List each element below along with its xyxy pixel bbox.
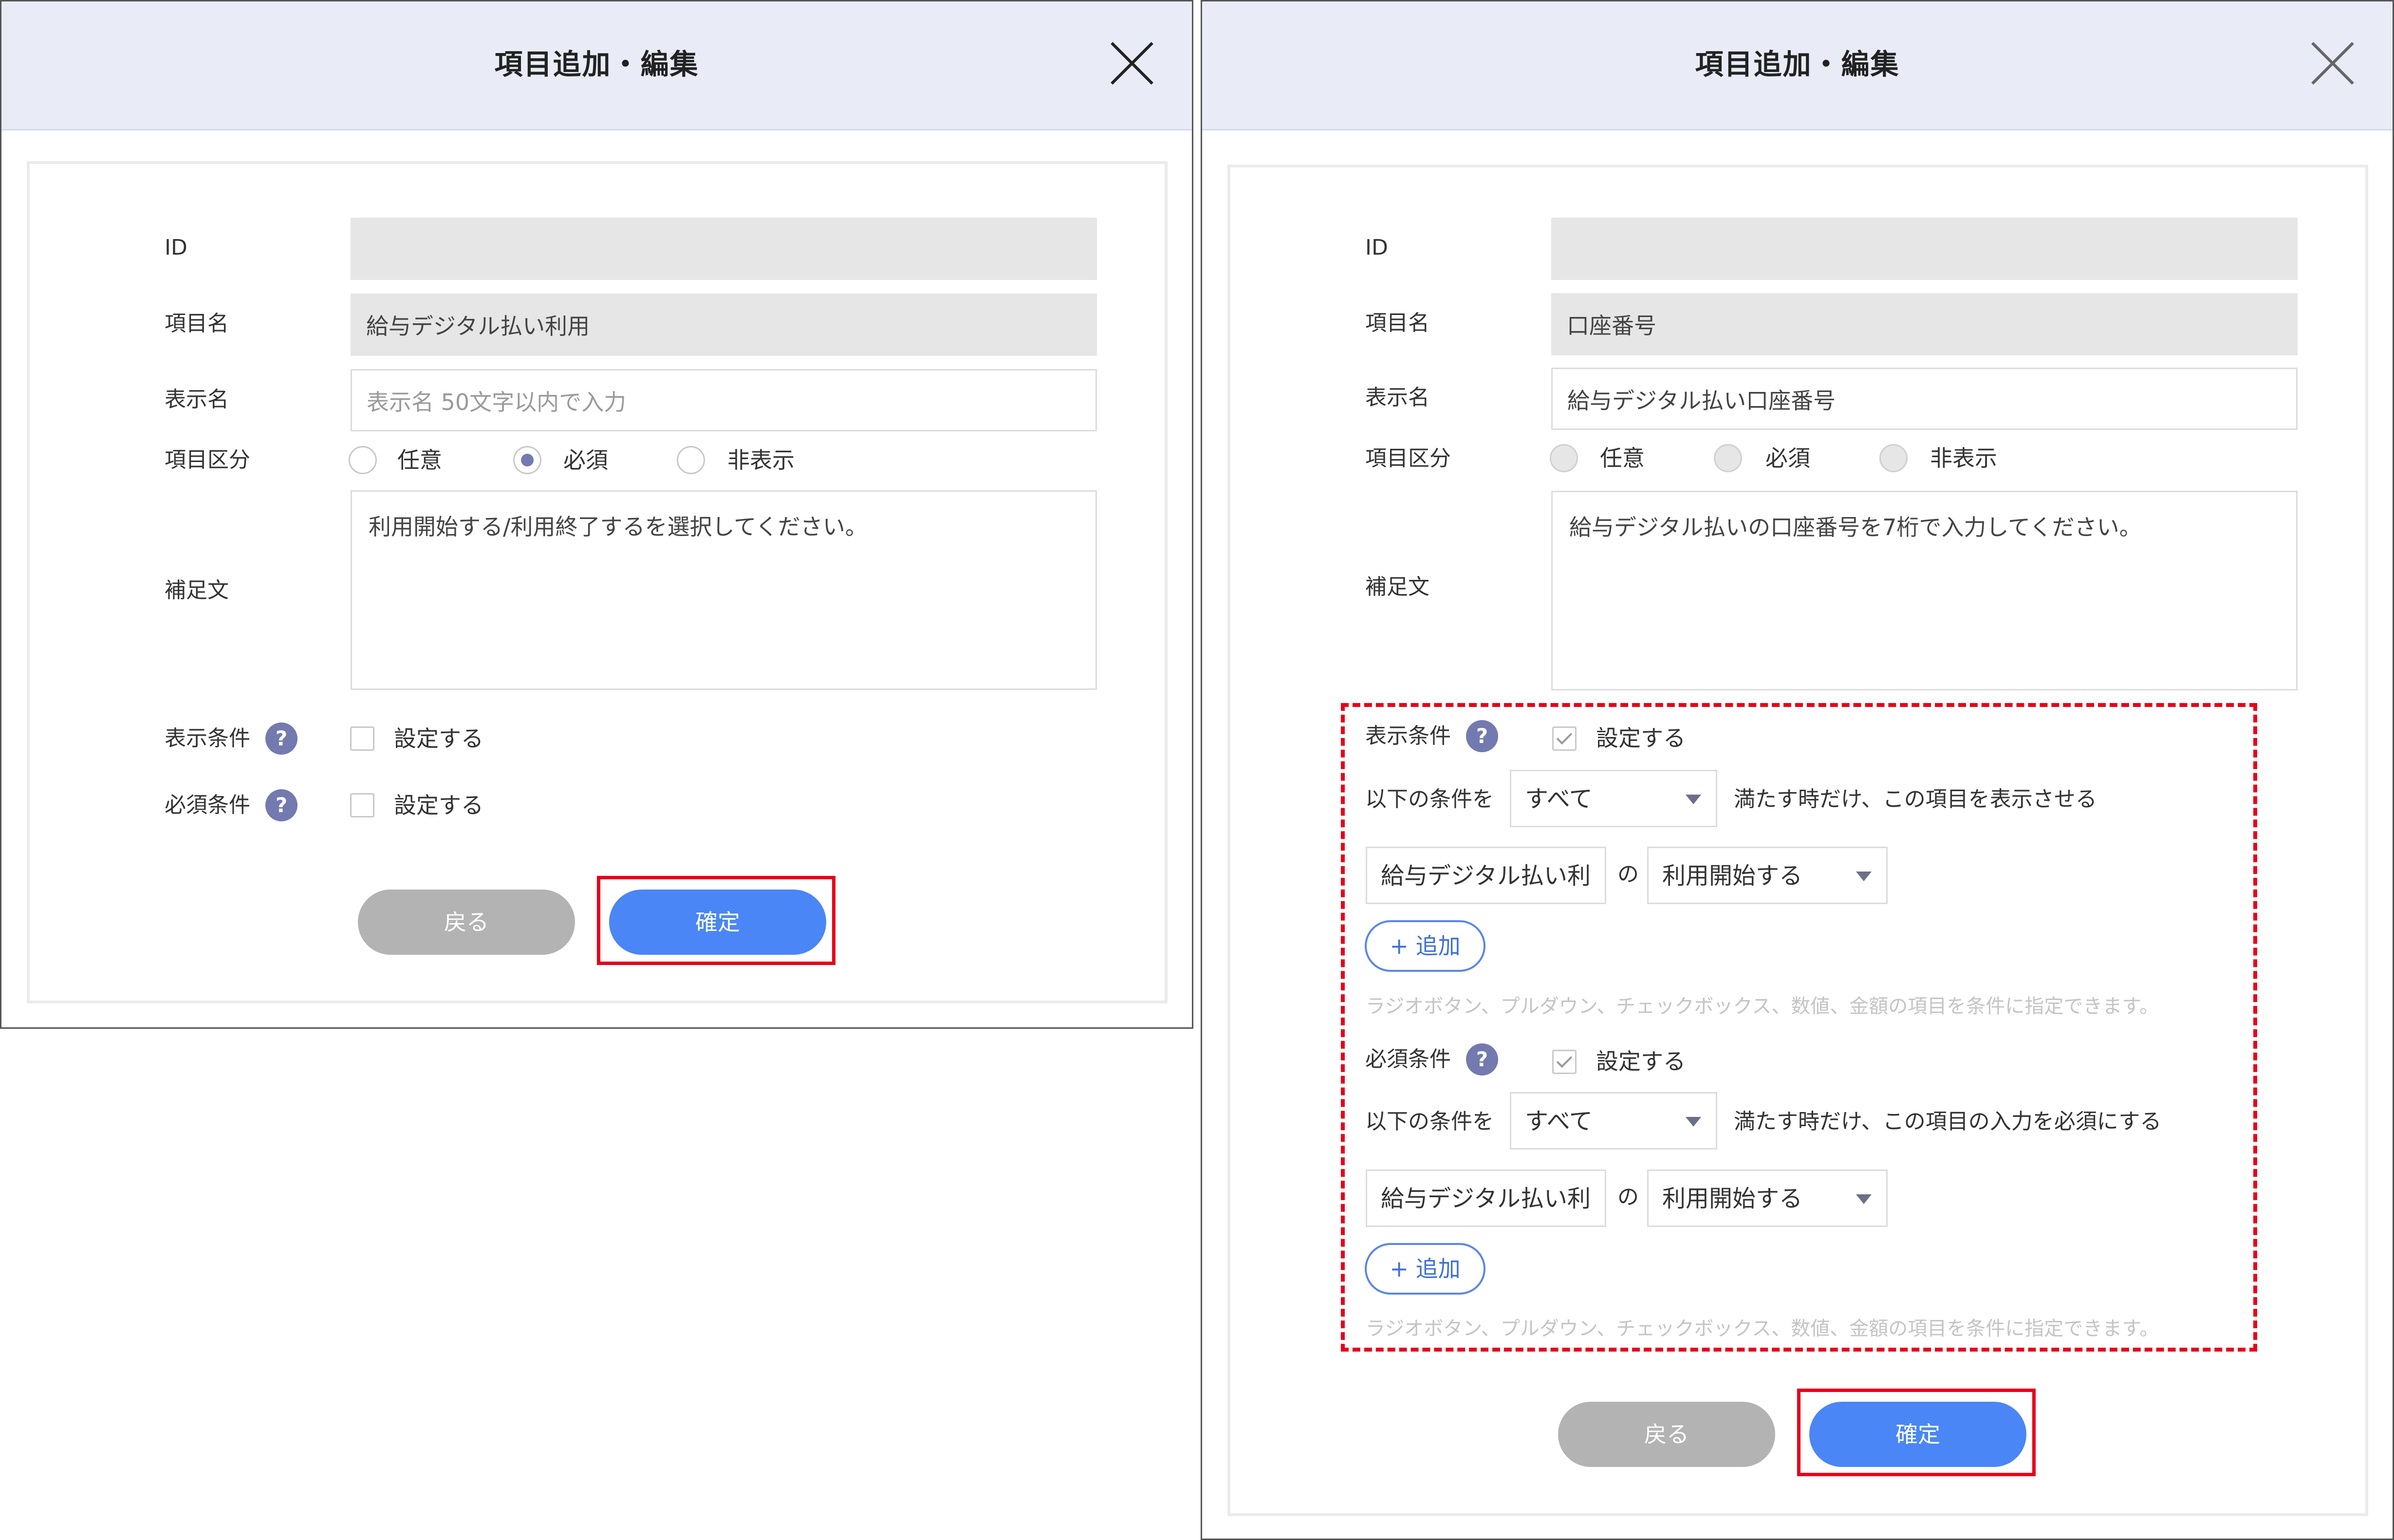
note-textarea[interactable]: 利用開始する/利用終了するを選択してください。	[351, 490, 1097, 690]
item-edit-dialog-2: 項目追加・編集 ID 項目名 口座番号 表示名 給与デジタル払い口座番号 項目区…	[1201, 0, 2394, 1540]
radio-required-label: 必須	[1765, 445, 1810, 471]
dialog-header: 項目追加・編集	[1, 1, 1192, 130]
display-name-label: 表示名	[1365, 385, 1429, 410]
radio-hidden-label: 非表示	[1930, 445, 1997, 471]
display-name-label: 表示名	[165, 387, 229, 412]
display-name-input[interactable]: 表示名 50文字以内で入力	[351, 369, 1097, 431]
close-icon[interactable]	[2311, 41, 2355, 85]
conditions-highlight-box	[1341, 703, 2257, 1352]
back-button[interactable]: 戻る	[1558, 1402, 1775, 1467]
close-icon[interactable]	[1110, 41, 1154, 85]
id-label: ID	[1365, 235, 1388, 260]
required-condition-checkbox-label: 設定する	[394, 792, 483, 818]
required-condition-checkbox[interactable]	[350, 793, 374, 817]
radio-required-label: 必須	[563, 447, 608, 473]
id-field	[351, 218, 1097, 280]
item-name-label: 項目名	[165, 311, 229, 336]
back-button[interactable]: 戻る	[358, 890, 575, 955]
radio-hidden[interactable]	[1879, 444, 1908, 472]
confirm-highlight-box	[1797, 1389, 2036, 1476]
display-condition-checkbox-label: 設定する	[394, 725, 483, 752]
radio-optional-label: 任意	[1600, 445, 1645, 471]
item-name-field: 給与デジタル払い利用	[351, 294, 1097, 356]
form-panel: ID 項目名 口座番号 表示名 給与デジタル払い口座番号 項目区分 任意 必須 …	[1227, 165, 2368, 1516]
note-textarea[interactable]: 給与デジタル払いの口座番号を7桁で入力してください。	[1551, 491, 2298, 690]
confirm-highlight-box	[597, 876, 835, 965]
display-condition-label: 表示条件	[165, 726, 250, 751]
radio-hidden-label: 非表示	[727, 447, 795, 473]
radio-optional[interactable]	[1550, 444, 1578, 472]
note-label: 補足文	[165, 578, 229, 603]
radio-required[interactable]	[1714, 444, 1742, 472]
note-label: 補足文	[1365, 575, 1429, 599]
required-condition-label: 必須条件	[165, 793, 250, 817]
radio-required[interactable]	[513, 446, 541, 474]
item-name-label: 項目名	[1365, 311, 1429, 335]
form-panel: ID 項目名 給与デジタル払い利用 表示名 表示名 50文字以内で入力 項目区分…	[27, 161, 1168, 1003]
dialog-title: 項目追加・編集	[494, 48, 699, 81]
dialog-title: 項目追加・編集	[1695, 48, 1900, 81]
radio-optional-label: 任意	[397, 447, 442, 473]
display-condition-help-icon[interactable]: ?	[265, 723, 297, 755]
category-label: 項目区分	[1365, 446, 1451, 471]
display-condition-checkbox[interactable]	[350, 726, 374, 751]
radio-optional[interactable]	[349, 446, 377, 474]
id-label: ID	[165, 235, 187, 260]
display-name-input[interactable]: 給与デジタル払い口座番号	[1551, 368, 2298, 430]
radio-hidden[interactable]	[677, 446, 705, 474]
dialog-header: 項目追加・編集	[1202, 1, 2393, 130]
required-condition-help-icon[interactable]: ?	[265, 789, 297, 821]
category-label: 項目区分	[165, 447, 250, 472]
item-edit-dialog-1: 項目追加・編集 ID 項目名 給与デジタル払い利用 表示名 表示名 50文字以内…	[0, 0, 1193, 1029]
id-field	[1551, 218, 2298, 280]
item-name-field: 口座番号	[1551, 293, 2298, 355]
